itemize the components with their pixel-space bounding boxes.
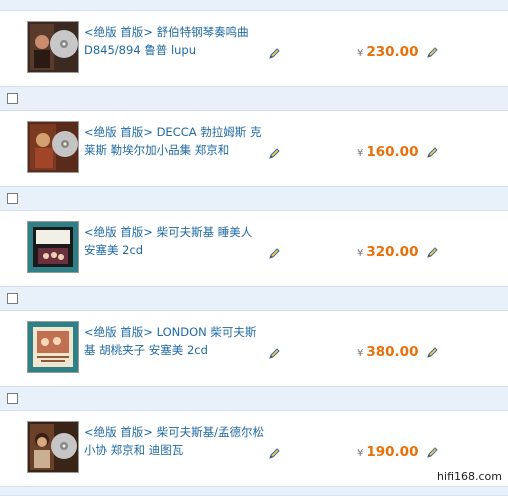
list-item: <绝版 首版> 舒伯特钢琴奏鸣曲D845/894 鲁普 lupu ¥230.00: [0, 11, 508, 86]
item-title[interactable]: <绝版 首版> 舒伯特钢琴奏鸣曲D845/894 鲁普 lupu: [84, 23, 264, 59]
currency-symbol: ¥: [357, 448, 364, 459]
edit-pencil-icon[interactable]: [268, 245, 281, 259]
edit-price-pencil-icon[interactable]: [426, 144, 439, 158]
edit-price-pencil-icon[interactable]: [426, 244, 439, 258]
row-separator: [0, 86, 508, 111]
select-checkbox[interactable]: [7, 93, 18, 104]
item-price: ¥380.00: [357, 341, 418, 361]
album-cover-thumbnail[interactable]: [27, 121, 79, 173]
item-price: ¥230.00: [357, 41, 418, 61]
row-separator: [0, 0, 508, 11]
price-amount: 230.00: [366, 44, 419, 60]
price-amount: 320.00: [366, 244, 419, 260]
watermark: hifi168.com: [437, 470, 502, 483]
row-separator: [0, 386, 508, 411]
price-amount: 380.00: [366, 344, 419, 360]
list-item: <绝版 首版> 柴可夫斯基 睡美人 安塞美 2cd ¥320.00: [0, 211, 508, 286]
item-price: ¥190.00: [357, 441, 418, 461]
item-price: ¥160.00: [357, 141, 418, 161]
select-checkbox[interactable]: [7, 193, 18, 204]
edit-price-pencil-icon[interactable]: [426, 444, 439, 458]
item-title[interactable]: <绝版 首版> 柴可夫斯基/孟德尔松 小协 郑京和 迪图瓦: [84, 423, 264, 459]
album-cover-thumbnail[interactable]: [27, 21, 79, 73]
edit-pencil-icon[interactable]: [268, 45, 281, 59]
edit-pencil-icon[interactable]: [268, 445, 281, 459]
row-separator: [0, 486, 508, 496]
select-checkbox[interactable]: [7, 293, 18, 304]
price-amount: 190.00: [366, 444, 419, 460]
list-item: <绝版 首版> LONDON 柴可夫斯基 胡桃夹子 安塞美 2cd ¥380.0…: [0, 311, 508, 386]
edit-pencil-icon[interactable]: [268, 145, 281, 159]
currency-symbol: ¥: [357, 348, 364, 359]
item-price: ¥320.00: [357, 241, 418, 261]
item-title[interactable]: <绝版 首版> LONDON 柴可夫斯基 胡桃夹子 安塞美 2cd: [84, 323, 264, 359]
row-separator: [0, 286, 508, 311]
album-cover-thumbnail[interactable]: [27, 221, 79, 273]
edit-price-pencil-icon[interactable]: [426, 344, 439, 358]
currency-symbol: ¥: [357, 248, 364, 259]
edit-pencil-icon[interactable]: [268, 345, 281, 359]
list-item: <绝版 首版> 柴可夫斯基/孟德尔松 小协 郑京和 迪图瓦 ¥190.00: [0, 411, 508, 486]
currency-symbol: ¥: [357, 148, 364, 159]
item-title[interactable]: <绝版 首版> DECCA 勃拉姆斯 克莱斯 勒埃尔加小品集 郑京和: [84, 123, 264, 159]
price-amount: 160.00: [366, 144, 419, 160]
item-title[interactable]: <绝版 首版> 柴可夫斯基 睡美人 安塞美 2cd: [84, 223, 264, 259]
select-checkbox[interactable]: [7, 393, 18, 404]
album-cover-thumbnail[interactable]: [27, 421, 79, 473]
currency-symbol: ¥: [357, 48, 364, 59]
album-cover-thumbnail[interactable]: [27, 321, 79, 373]
edit-price-pencil-icon[interactable]: [426, 44, 439, 58]
row-separator: [0, 186, 508, 211]
list-item: <绝版 首版> DECCA 勃拉姆斯 克莱斯 勒埃尔加小品集 郑京和 ¥160.…: [0, 111, 508, 186]
